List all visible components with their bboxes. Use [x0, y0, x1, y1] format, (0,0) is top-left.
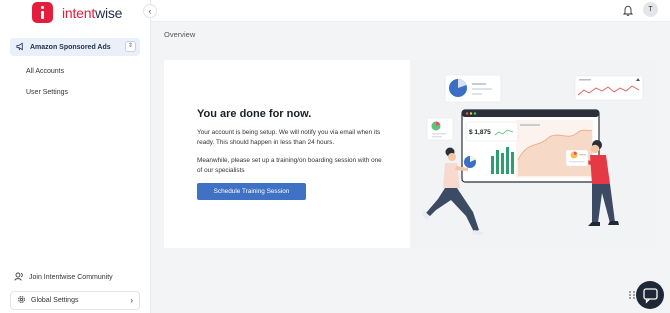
analytics-team-illustration: $ 1,875 [422, 74, 644, 235]
card-text-panel: You are done for now. Your account is be… [164, 60, 410, 248]
top-bar [151, 0, 670, 22]
small-pie-card [426, 117, 454, 141]
people-icon [14, 272, 24, 283]
chevron-left-icon: ‹ [148, 6, 152, 16]
ad-type-selector[interactable]: Amazon Sponsored Ads ⇕ [10, 38, 140, 56]
up-down-icon[interactable]: ⇕ [125, 41, 136, 52]
sidebar: intentwise Amazon Sponsored Ads ⇕ All Ac… [0, 0, 151, 313]
ad-type-label: Amazon Sponsored Ads [30, 43, 111, 51]
line-widget-card [574, 75, 644, 101]
price-label: $ 1,875 [469, 129, 491, 136]
avatar[interactable]: T [643, 2, 658, 17]
price-card: $ 1,875 [465, 121, 519, 142]
collapse-sidebar-button[interactable]: ‹ [143, 4, 157, 18]
chat-bubble-icon [643, 288, 658, 304]
global-settings-label: Global Settings [31, 297, 79, 304]
schedule-training-button[interactable]: Schedule Training Session [197, 183, 306, 200]
woman-figure [422, 147, 484, 235]
bar-widget [488, 143, 515, 175]
pie-widget-card [444, 74, 502, 103]
global-settings-button[interactable]: Global Settings › [10, 291, 140, 310]
sidebar-item-user-settings[interactable]: User Settings [26, 89, 68, 96]
logo-mark-icon [32, 2, 53, 23]
megaphone-icon [16, 42, 25, 53]
page-title: Overview [164, 30, 196, 39]
illustration-panel: $ 1,875 [410, 60, 657, 248]
setup-status-card: You are done for now. Your account is be… [164, 60, 657, 248]
dashboard-monitor [461, 109, 600, 183]
training-message: Meanwhile, please set up a training/on b… [197, 157, 382, 174]
community-label: Join Intentwise Community [29, 274, 113, 281]
sidebar-item-all-accounts[interactable]: All Accounts [26, 68, 64, 75]
join-community-link[interactable]: Join Intentwise Community [14, 272, 113, 283]
bell-icon[interactable] [623, 5, 633, 16]
drag-handle-icon[interactable] [628, 290, 636, 300]
chevron-right-icon: › [130, 296, 133, 305]
intentwise-logo[interactable]: intentwise [32, 2, 122, 23]
logo-text: intentwise [62, 4, 123, 21]
chat-support-button[interactable] [636, 281, 664, 309]
setup-message: Your account is being setup. We will not… [197, 129, 381, 146]
gear-icon [17, 295, 26, 306]
done-title: You are done for now. [197, 108, 312, 120]
